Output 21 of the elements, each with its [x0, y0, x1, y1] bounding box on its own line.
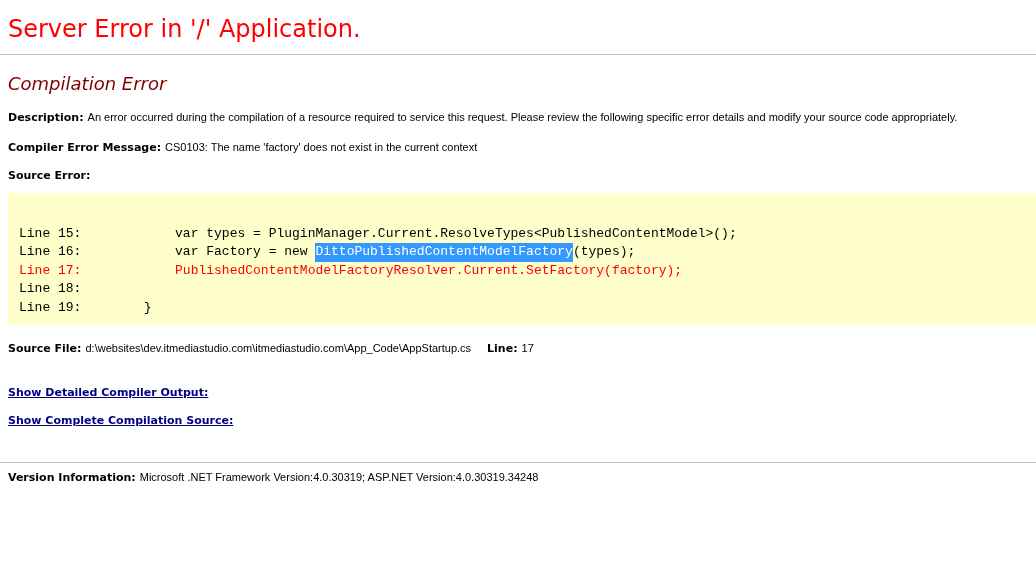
page-title: Server Error in '/' Application. — [8, 14, 362, 45]
code-line: Line 15: var types = PluginManager.Current.ResolveTypes<PublishedContentModel>(); — [19, 224, 737, 243]
version-text: Microsoft .NET Framework Version:4.0.30319; ASP.NET Version:4.0.30319.34248 — [139, 469, 539, 485]
field-label: Line: — [487, 341, 518, 357]
field-value: An error occurred during the compilation of a resource required to service this request. Please review the following specific error details and modify your source code appropriately. — [87, 110, 958, 125]
code-line: Line 16: var Factory = new — [19, 243, 309, 261]
field-value: CS0103: The name 'factory' does not exist in the current context — [165, 139, 478, 155]
field-label: Version Information: — [8, 469, 136, 486]
field-label: Compiler Error Message: — [8, 139, 162, 156]
selected-code-text: DittoPublishedContentModelFactory — [315, 243, 573, 262]
section-label: Source Error: — [8, 168, 91, 184]
file-path: d:\websites\dev.itmediastudio.com\itmediastudio.com\App_Code\AppStartup.cs — [85, 341, 472, 356]
code-line: Line 18: — [19, 280, 82, 298]
error-heading: Compilation Error — [8, 72, 169, 96]
link[interactable]: Show Complete Compilation Source: — [8, 413, 234, 428]
field-label: Description: — [8, 110, 84, 126]
code-line: Line 17: PublishedContentModelFactoryResolver.Current.SetFactory(factory); — [19, 261, 683, 280]
line-number: 17 — [521, 341, 534, 356]
link[interactable]: Show Detailed Compiler Output: — [8, 385, 209, 400]
field-label: Source File: — [8, 341, 82, 357]
code-line: Line 19: } — [19, 298, 152, 317]
